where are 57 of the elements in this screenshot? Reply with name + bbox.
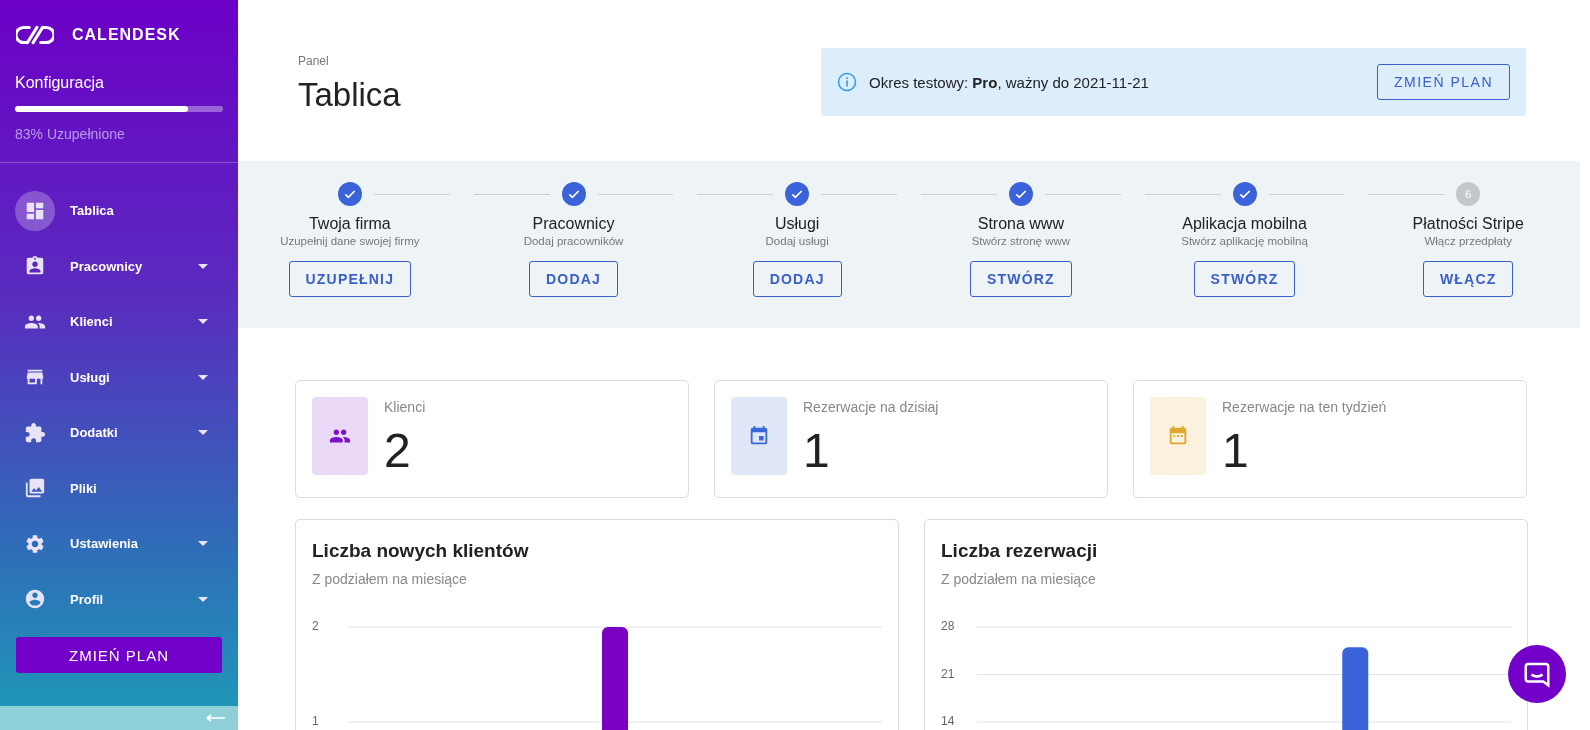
config-title: Konfiguracja: [15, 74, 105, 92]
step-button[interactable]: UZUPEŁNIJ: [288, 261, 412, 297]
step-button[interactable]: STWÓRZ: [969, 261, 1072, 297]
info-icon: [837, 72, 857, 92]
puzzle-icon: [24, 421, 46, 444]
nav-item[interactable]: Ustawienia: [0, 516, 238, 572]
stat-value: 2: [384, 423, 412, 478]
logo-icon: [16, 25, 54, 45]
step-button[interactable]: WŁĄCZ: [1422, 261, 1514, 297]
nav-item[interactable]: Tablica: [0, 183, 238, 239]
step-number: 6: [1456, 182, 1481, 206]
chart-title: Liczba nowych klientów: [312, 540, 530, 562]
stat-value: 1: [803, 423, 831, 478]
step-button[interactable]: DODAJ: [752, 261, 842, 297]
step-title: Usługi: [774, 215, 820, 233]
settings-icon: [24, 532, 46, 555]
breadcrumb: Panel: [298, 54, 330, 68]
nav-item[interactable]: Pliki: [0, 460, 238, 516]
step-subtitle: Włącz przedpłaty: [1424, 235, 1512, 247]
chart-subtitle: Z podziałem na miesiące: [941, 571, 1097, 587]
axis-tick-label: 21: [941, 666, 955, 681]
axis-tick-label: 14: [941, 714, 955, 728]
images-icon: [24, 477, 46, 500]
axis-tick-label: 2: [312, 619, 319, 633]
nav-item[interactable]: Dodatki: [0, 405, 238, 461]
step-subtitle: Dodaj pracowników: [523, 235, 624, 247]
step-title: Strona www: [977, 215, 1064, 233]
step-subtitle: Dodaj usługi: [765, 235, 829, 247]
logo-text: CALENDESK: [72, 26, 181, 44]
step-title: Płatności Stripe: [1412, 215, 1524, 233]
chart-subtitle: Z podziałem na miesiące: [312, 571, 468, 587]
nav-item[interactable]: Usługi: [0, 349, 238, 405]
chat-button[interactable]: [1508, 645, 1566, 703]
nav-item[interactable]: Profil: [0, 571, 238, 627]
chart-title: Liczba rezerwacji: [941, 540, 1099, 562]
step-subtitle: Stwórz stronę www: [971, 235, 1071, 247]
stat-value: 1: [1222, 423, 1250, 478]
stat-label: Rezerwacje na dzisiaj: [803, 399, 939, 415]
step-title: Twoja firma: [308, 215, 391, 233]
account-icon: [24, 588, 46, 611]
nav-item[interactable]: Pracownicy: [0, 238, 238, 294]
page-title: Tablica: [298, 76, 401, 114]
progress-caption: 83% Uzupełnione: [15, 126, 126, 142]
change-plan-button[interactable]: ZMIEŃ PLAN: [1377, 64, 1510, 100]
step-subtitle: Uzupełnij dane swojej firmy: [280, 235, 420, 247]
step-button[interactable]: DODAJ: [529, 261, 618, 297]
step-title: Pracownicy: [532, 215, 615, 233]
nav-item[interactable]: Klienci: [0, 294, 238, 350]
step-title: Aplikacja mobilna: [1182, 215, 1307, 233]
step-button[interactable]: STWÓRZ: [1193, 261, 1296, 297]
stat-label: Rezerwacje na ten tydzień: [1222, 399, 1387, 415]
axis-tick-label: 28: [941, 619, 955, 633]
stat-label: Klienci: [384, 399, 426, 415]
alert-text: Okres testowy: Pro, ważny do 2021-11-21: [869, 73, 1150, 91]
change-plan-button[interactable]: ZMIEŃ PLAN: [16, 637, 222, 673]
axis-tick-label: 1: [312, 714, 319, 728]
step-subtitle: Stwórz aplikację mobilną: [1181, 235, 1308, 247]
